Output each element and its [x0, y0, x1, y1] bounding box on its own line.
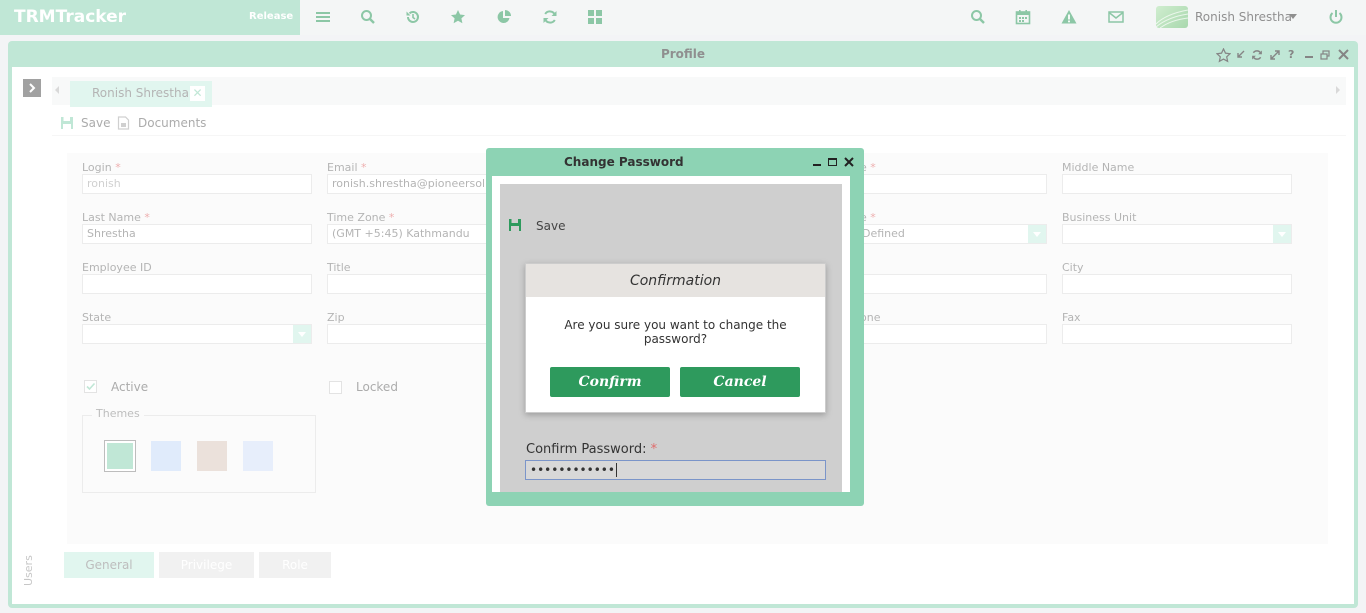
minimize-icon[interactable] — [813, 164, 821, 166]
dialog-title: Change Password — [564, 155, 684, 169]
confirm-password-label: Confirm Password: * — [526, 442, 658, 457]
confirmation-message: Are you sure you want to change the pass… — [564, 318, 787, 346]
dialog-save-button[interactable]: Save — [536, 219, 565, 233]
cancel-button[interactable]: Cancel — [680, 367, 800, 397]
maximize-icon[interactable] — [828, 158, 837, 166]
save-icon[interactable] — [508, 218, 522, 232]
confirm-password-input[interactable]: •••••••••••• — [525, 460, 826, 480]
close-icon[interactable] — [844, 157, 854, 167]
confirmation-header: Confirmation — [526, 264, 825, 297]
confirmation-dialog: Confirmation Are you sure you want to ch… — [525, 263, 826, 413]
confirmation-title: Confirmation — [629, 273, 722, 289]
confirm-button[interactable]: Confirm — [550, 367, 670, 397]
